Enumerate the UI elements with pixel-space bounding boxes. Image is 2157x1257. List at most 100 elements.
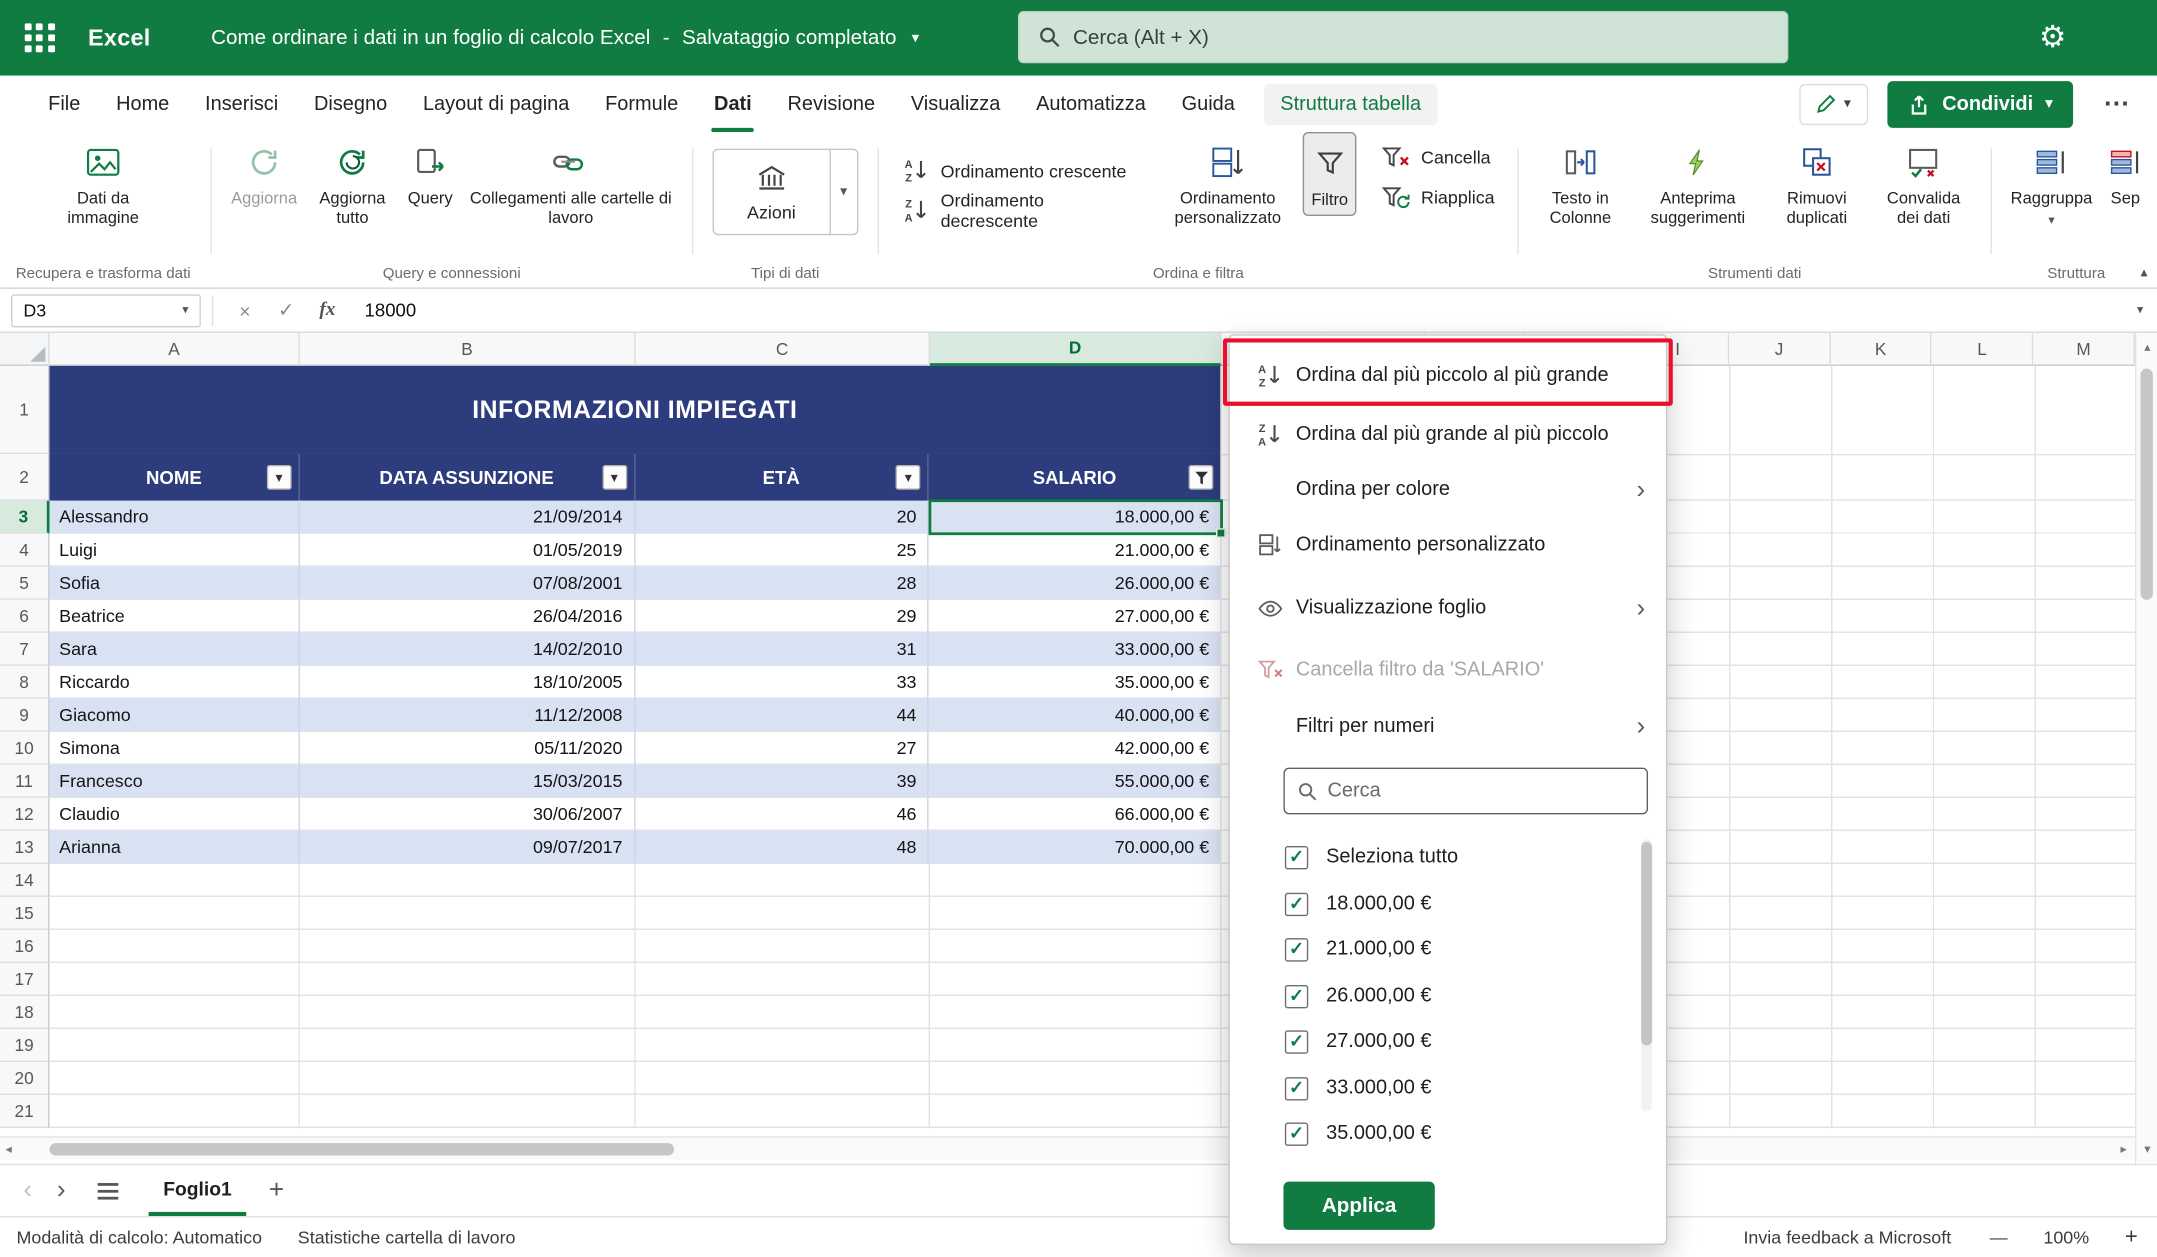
cell-a8[interactable]: Riccardo — [50, 666, 300, 699]
column-header-m[interactable]: M — [2034, 333, 2135, 366]
checkbox-checked-icon[interactable]: ✓ — [1285, 984, 1308, 1007]
header-eta[interactable]: ETÀ ▾ — [635, 454, 929, 501]
cell-a12[interactable]: Claudio — [50, 798, 300, 831]
cell-c12[interactable]: 46 — [635, 798, 929, 831]
vertical-scrollbar[interactable]: ▴ ▾ — [2135, 333, 2157, 1164]
checkbox-checked-icon[interactable]: ✓ — [1285, 1122, 1308, 1145]
cell-c8[interactable]: 33 — [635, 666, 929, 699]
checkbox-checked-icon[interactable]: ✓ — [1285, 892, 1308, 915]
filter-active-button[interactable] — [1189, 465, 1214, 490]
cell-c6[interactable]: 29 — [635, 600, 929, 633]
cell-a6[interactable]: Beatrice — [50, 600, 300, 633]
cell-d4[interactable]: 21.000,00 € — [929, 534, 1220, 567]
settings-gear-icon[interactable]: ⚙ — [2039, 18, 2066, 57]
send-feedback[interactable]: Invia feedback a Microsoft — [1741, 1227, 1954, 1248]
filter-value-item[interactable]: ✓ 35.000,00 € — [1285, 1113, 1432, 1154]
cell-b10[interactable]: 05/11/2020 — [300, 732, 635, 765]
data-from-image-button[interactable]: Dati da immagine — [51, 132, 156, 232]
menu-sort-large-to-small[interactable]: ZA Ordina dal più grande al più piccolo — [1237, 410, 1659, 460]
row-header-13[interactable]: 13 — [0, 831, 50, 864]
column-header-k[interactable]: K — [1831, 333, 1932, 366]
scroll-left-icon[interactable]: ◂ — [6, 1142, 12, 1157]
tab-disegno[interactable]: Disegno — [296, 76, 405, 132]
tab-formule[interactable]: Formule — [587, 76, 696, 132]
checkbox-checked-icon[interactable]: ✓ — [1285, 1030, 1308, 1053]
zoom-in-button[interactable]: + — [2125, 1225, 2138, 1250]
filter-value-item[interactable]: ✓ 21.000,00 € — [1285, 929, 1432, 970]
sheet-list-icon[interactable] — [97, 1178, 118, 1203]
cell-b5[interactable]: 07/08/2001 — [300, 567, 635, 600]
row-header-6[interactable]: 6 — [0, 600, 50, 633]
horizontal-scrollbar[interactable]: ◂ ▸ — [0, 1136, 2135, 1159]
cell-a3[interactable]: Alessandro — [50, 501, 300, 534]
filter-value-item[interactable]: ✓ 27.000,00 € — [1285, 1021, 1432, 1062]
filter-search-box[interactable] — [1283, 768, 1648, 815]
cell-c13[interactable]: 48 — [635, 831, 929, 864]
zoom-level[interactable]: 100% — [2043, 1227, 2089, 1248]
cell-a13[interactable]: Arianna — [50, 831, 300, 864]
more-options-button[interactable]: ⋯ — [2092, 88, 2140, 120]
group-button[interactable]: Raggruppa ▾ — [2004, 132, 2099, 231]
row-header-11[interactable]: 11 — [0, 765, 50, 798]
row-header-9[interactable]: 9 — [0, 699, 50, 732]
tab-layout-di-pagina[interactable]: Layout di pagina — [405, 76, 587, 132]
tab-guida[interactable]: Guida — [1164, 76, 1253, 132]
workbook-statistics[interactable]: Statistiche cartella di lavoro — [295, 1227, 518, 1248]
header-nome[interactable]: NOME ▾ — [50, 454, 300, 501]
row-header-10[interactable]: 10 — [0, 732, 50, 765]
horizontal-scroll-thumb[interactable] — [50, 1143, 675, 1155]
cell-b13[interactable]: 09/07/2017 — [300, 831, 635, 864]
tab-dati[interactable]: Dati — [696, 76, 769, 132]
remove-duplicates-button[interactable]: Rimuovi duplicati — [1767, 132, 1867, 232]
menu-custom-sort[interactable]: Ordinamento personalizzato — [1237, 520, 1659, 570]
share-button[interactable]: Condividi ▾ — [1887, 80, 2073, 127]
row-header-16[interactable]: 16 — [0, 930, 50, 963]
row-header-4[interactable]: 4 — [0, 534, 50, 567]
data-validation-button[interactable]: Convalida dei dati — [1870, 132, 1978, 232]
filter-value-item[interactable]: ✓ 18.000,00 € — [1285, 883, 1432, 924]
formula-input[interactable]: 18000 — [365, 300, 2137, 321]
header-data-assunzione[interactable]: DATA ASSUNZIONE ▾ — [300, 454, 635, 501]
column-header-j[interactable]: J — [1729, 333, 1830, 366]
sort-ascending-button[interactable]: AZ Ordinamento crescente — [891, 154, 1150, 187]
row-header-15[interactable]: 15 — [0, 897, 50, 930]
column-header-c[interactable]: C — [636, 333, 930, 366]
row-header-12[interactable]: 12 — [0, 798, 50, 831]
cell-d13[interactable]: 70.000,00 € — [929, 831, 1220, 864]
column-header-d[interactable]: D — [930, 333, 1222, 366]
cell-b8[interactable]: 18/10/2005 — [300, 666, 635, 699]
row-header-2[interactable]: 2 — [0, 454, 50, 501]
filter-dropdown-button[interactable]: ▾ — [602, 465, 627, 490]
cell-c7[interactable]: 31 — [635, 633, 929, 666]
cell-a9[interactable]: Giacomo — [50, 699, 300, 732]
cell-a11[interactable]: Francesco — [50, 765, 300, 798]
cell-c4[interactable]: 25 — [635, 534, 929, 567]
cell-b6[interactable]: 26/04/2016 — [300, 600, 635, 633]
column-header-a[interactable]: A — [50, 333, 300, 366]
row-header-3[interactable]: 3 — [0, 501, 50, 534]
editing-mode-button[interactable]: ▾ — [1799, 83, 1868, 124]
apply-button[interactable]: Applica — [1283, 1182, 1434, 1230]
filter-dropdown-button[interactable]: ▾ — [267, 465, 292, 490]
scroll-up-icon[interactable]: ▴ — [2136, 340, 2157, 355]
scroll-right-icon[interactable]: ▸ — [2121, 1142, 2127, 1157]
checkbox-checked-icon[interactable]: ✓ — [1285, 937, 1308, 960]
filter-list-scroll-thumb[interactable] — [1641, 842, 1652, 1046]
scroll-down-icon[interactable]: ▾ — [2136, 1142, 2157, 1157]
cell-c10[interactable]: 27 — [635, 732, 929, 765]
row-header-19[interactable]: 19 — [0, 1029, 50, 1062]
row-header-18[interactable]: 18 — [0, 996, 50, 1029]
add-sheet-button[interactable]: + — [269, 1175, 284, 1205]
cell-b9[interactable]: 11/12/2008 — [300, 699, 635, 732]
cell-d7[interactable]: 33.000,00 € — [929, 633, 1220, 666]
chevron-down-icon[interactable]: ▾ — [829, 150, 857, 234]
calculation-mode[interactable]: Modalità di calcolo: Automatico — [14, 1227, 265, 1248]
document-title[interactable]: Come ordinare i dati in un foglio di cal… — [211, 26, 919, 49]
flash-fill-button[interactable]: Anteprima suggerimenti — [1632, 132, 1764, 232]
cell-a4[interactable]: Luigi — [50, 534, 300, 567]
cell-d10[interactable]: 42.000,00 € — [929, 732, 1220, 765]
cell-d6[interactable]: 27.000,00 € — [929, 600, 1220, 633]
row-header-5[interactable]: 5 — [0, 567, 50, 600]
refresh-all-button[interactable]: Aggiorna tutto — [307, 132, 398, 232]
workbook-links-button[interactable]: Collegamenti alle cartelle di lavoro — [462, 132, 679, 232]
